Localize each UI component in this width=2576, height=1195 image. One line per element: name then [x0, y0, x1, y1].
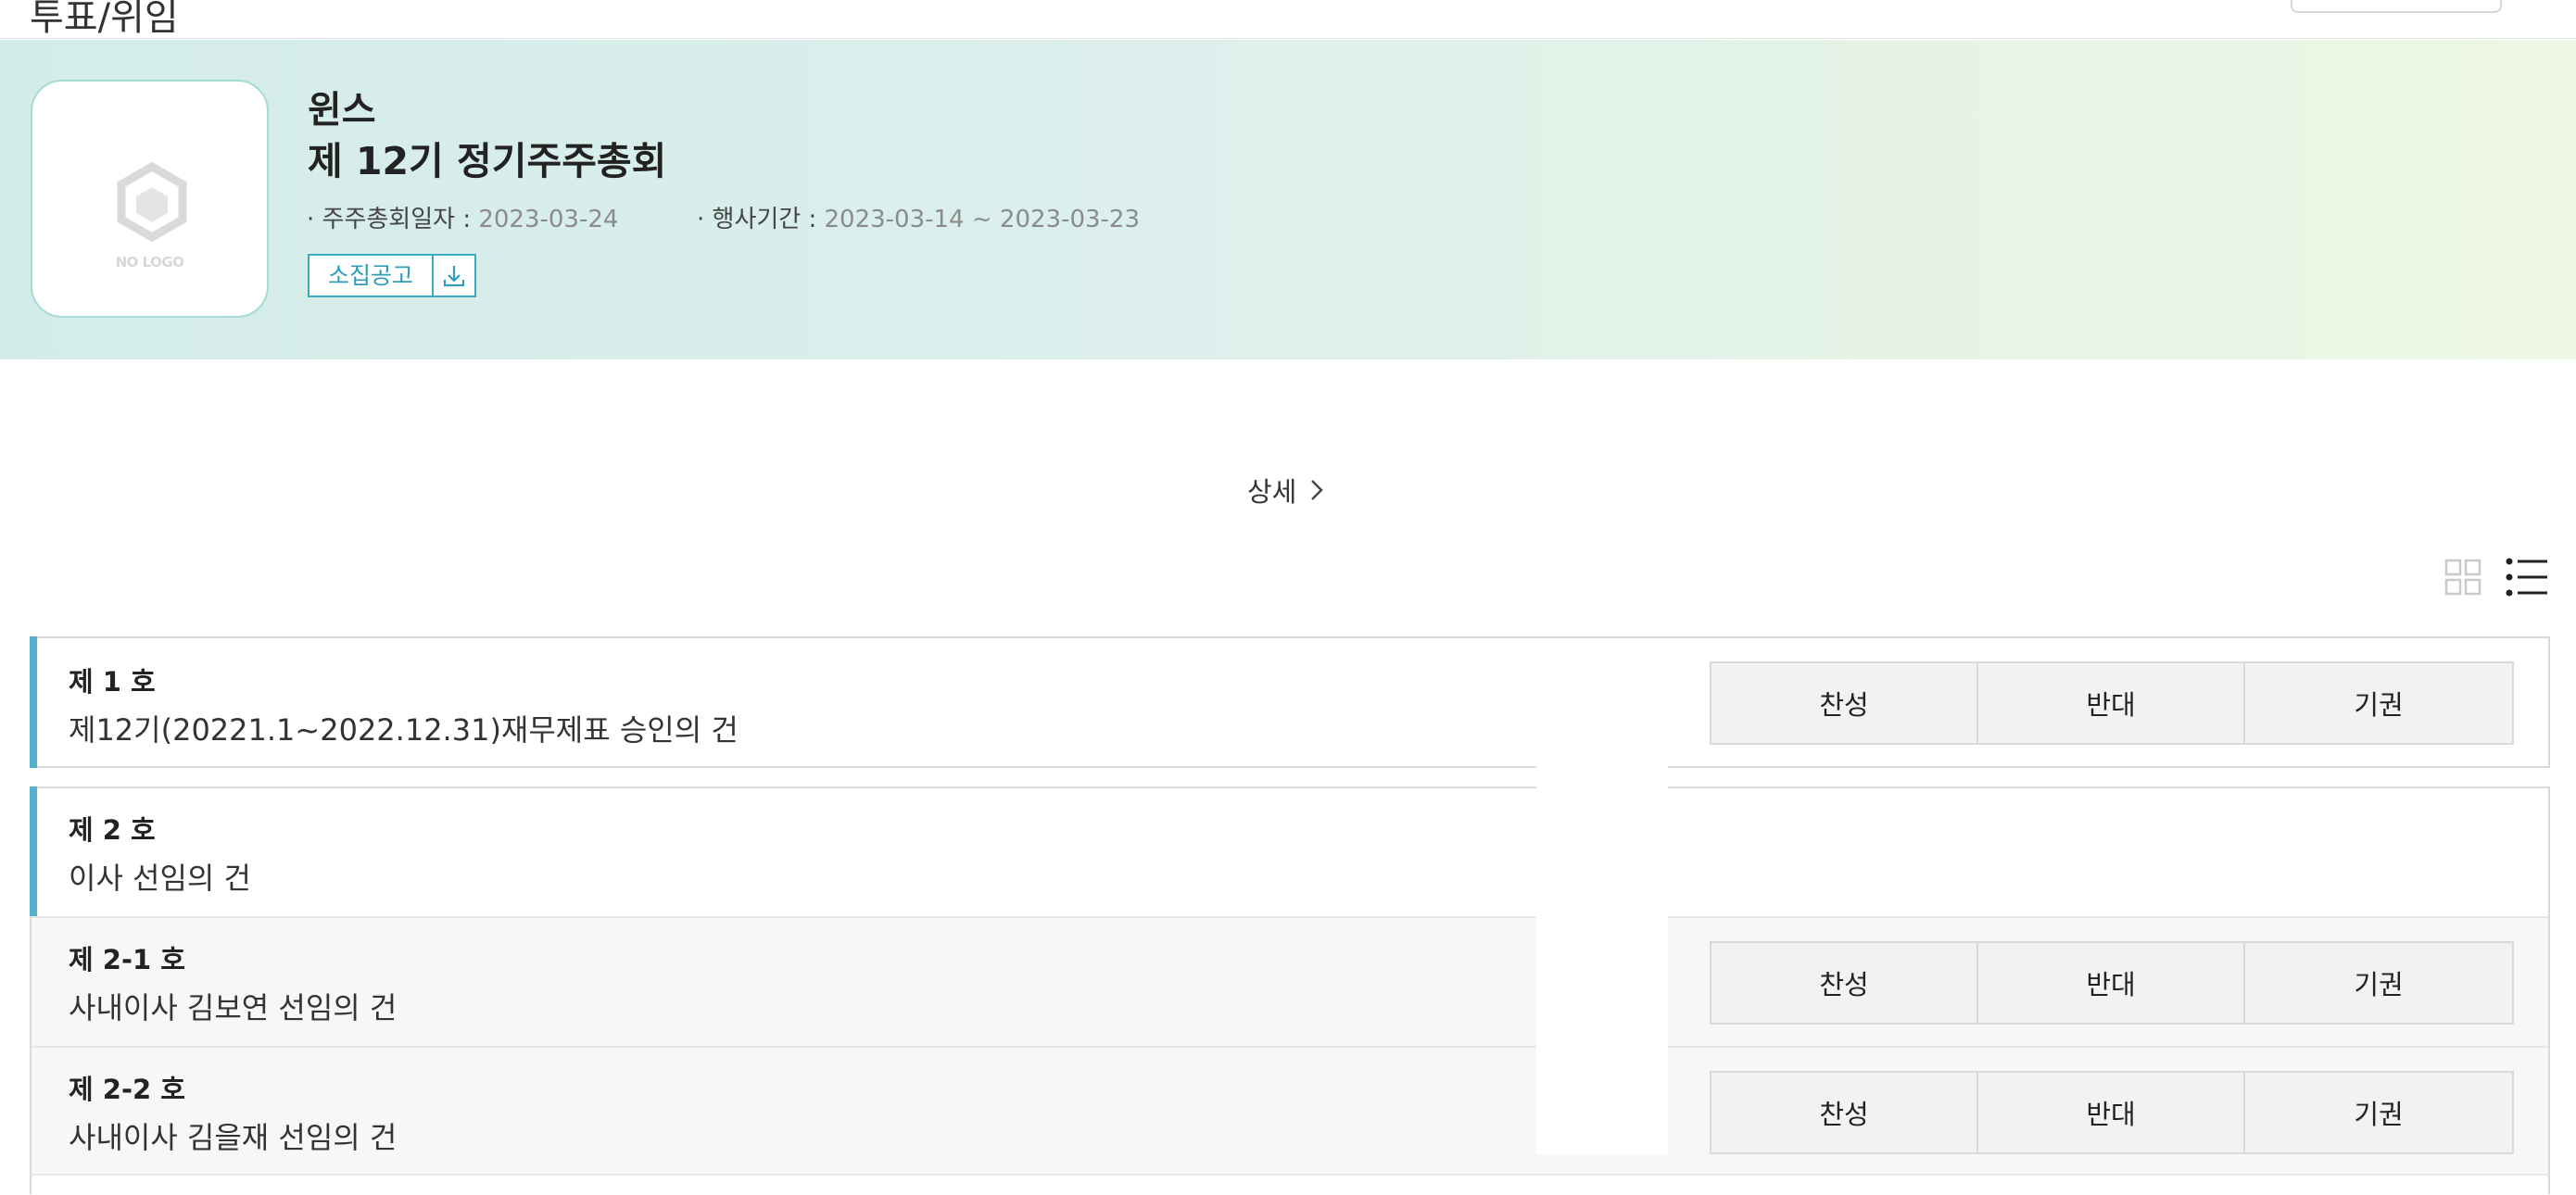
- detail-link-label: 상세: [1247, 476, 1297, 508]
- vote-buttons: 찬성 반대 기권: [1710, 1071, 2514, 1154]
- vote-for-button[interactable]: 찬성: [1711, 1073, 1978, 1152]
- company-name: 윈스: [308, 89, 376, 132]
- agenda-number: 제 1 호: [69, 666, 156, 698]
- agenda-item: 제 1 호 제12기(20221.1~2022.12.31)재무제표 승인의 건…: [30, 636, 2550, 768]
- page-header: 투표/위임: [0, 0, 2576, 39]
- page-title: 투표/위임: [30, 0, 179, 39]
- agenda-accent-bar: [30, 636, 37, 768]
- event-period-label: · 행사기간 :: [697, 206, 825, 233]
- sub-agenda-title: 사내이사 김보연 선임의 건: [69, 990, 398, 1025]
- meeting-date-value: 2023-03-24: [478, 206, 619, 233]
- download-icon[interactable]: [434, 256, 474, 296]
- header-action-button[interactable]: [2291, 0, 2502, 13]
- agenda-title: 제12기(20221.1~2022.12.31)재무제표 승인의 건: [69, 712, 739, 748]
- agenda-accent-bar: [30, 786, 37, 916]
- vote-buttons: 찬성 반대 기권: [1710, 941, 2514, 1025]
- vote-for-button[interactable]: 찬성: [1711, 663, 1978, 743]
- meeting-date: · 주주총회일자 : 2023-03-24: [307, 200, 618, 234]
- sub-agenda-title: 사내이사 김을재 선임의 건: [69, 1120, 398, 1155]
- sub-agenda-number: 제 2-2 호: [69, 1074, 185, 1105]
- agenda-number: 제 2 호: [69, 814, 156, 846]
- vote-against-button[interactable]: 반대: [1978, 943, 2245, 1023]
- sub-agenda-number: 제 2-1 호: [69, 944, 185, 975]
- notice-button[interactable]: 소집공고: [309, 256, 435, 296]
- list-view-icon[interactable]: [2506, 557, 2548, 598]
- detail-link[interactable]: 상세: [1247, 471, 1324, 509]
- meeting-title: 제 12기 정기주주총회: [308, 139, 667, 183]
- company-logo: NO LOGO: [31, 80, 269, 318]
- chevron-right-icon: [1311, 480, 1324, 500]
- event-period: · 행사기간 : 2023-03-14 ~ 2023-03-23: [697, 200, 1140, 234]
- vote-abstain-button[interactable]: 기권: [2245, 663, 2512, 743]
- notice-group: 소집공고: [308, 254, 477, 297]
- agenda-title: 이사 선임의 건: [69, 861, 251, 896]
- vote-buttons: 찬성 반대 기권: [1710, 661, 2514, 745]
- vote-against-button[interactable]: 반대: [1978, 663, 2245, 743]
- logo-placeholder-icon: [117, 161, 187, 243]
- sub-agenda-item: 제 2-2 호 사내이사 김을재 선임의 건 찬성 반대 기권: [32, 1046, 2548, 1176]
- logo-placeholder-text: NO LOGO: [115, 254, 184, 270]
- vote-against-button[interactable]: 반대: [1978, 1073, 2245, 1152]
- meeting-date-label: · 주주총회일자 :: [307, 206, 479, 233]
- agenda-item: 제 2 호 이사 선임의 건 제 2-1 호 사내이사 김보연 선임의 건 찬성…: [30, 786, 2550, 1194]
- overlay-panel: [1536, 765, 1668, 1154]
- event-period-value: 2023-03-14 ~ 2023-03-23: [824, 206, 1141, 233]
- vote-abstain-button[interactable]: 기권: [2245, 943, 2512, 1023]
- grid-view-icon[interactable]: [2444, 559, 2481, 596]
- vote-for-button[interactable]: 찬성: [1711, 943, 1978, 1023]
- sub-agenda-item: 제 2-1 호 사내이사 김보연 선임의 건 찬성 반대 기권: [32, 916, 2548, 1046]
- vote-abstain-button[interactable]: 기권: [2245, 1073, 2512, 1152]
